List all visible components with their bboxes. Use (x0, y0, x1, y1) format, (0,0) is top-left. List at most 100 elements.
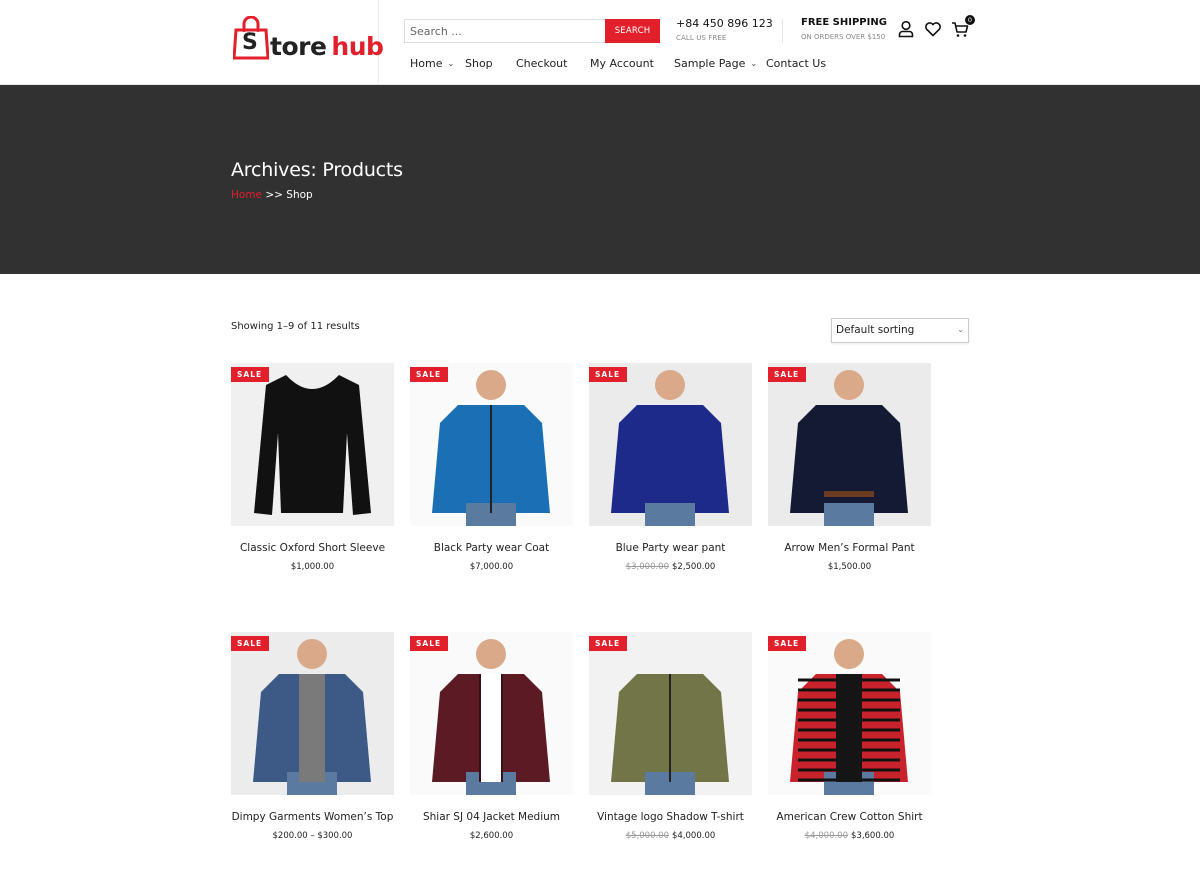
old-price: $4,000.00 (804, 831, 848, 841)
nav-item-checkout[interactable]: Checkout (516, 57, 590, 70)
product-card: SALE Dimpy Garments Women’s Top $200.00 … (231, 632, 394, 841)
nav-item-home[interactable]: Home ⌄ (410, 57, 465, 70)
contact-info: +84 450 896 123 CALL US FREE (676, 17, 773, 42)
search-input[interactable] (404, 19, 605, 43)
product-name[interactable]: Vintage logo Shadow T-shirt (589, 811, 752, 823)
sorting-selected-value: Default sorting (836, 324, 915, 336)
nav-item-shop[interactable]: Shop (465, 57, 516, 70)
product-card: SALE Arrow Men’s Formal Pant $1,500.00 (768, 363, 931, 572)
product-name[interactable]: Dimpy Garments Women’s Top (231, 811, 394, 823)
result-count: Showing 1–9 of 11 results (231, 321, 360, 332)
product-photo (253, 639, 371, 795)
product-price: $7,000.00 (410, 562, 573, 572)
product-image[interactable]: SALE (768, 363, 931, 526)
product-price: $3,000.00 $2,500.00 (589, 562, 752, 572)
shopping-bag-icon: S (233, 16, 269, 60)
old-price: $5,000.00 (625, 831, 669, 841)
current-price: $7,000.00 (469, 562, 514, 572)
nav-label: My Account (590, 57, 654, 70)
product-image[interactable]: SALE (231, 363, 394, 526)
nav-label: Home (410, 57, 443, 70)
product-photo (790, 370, 908, 526)
logo-text: tore hub (270, 32, 384, 61)
logo-text-dark: tore (270, 32, 327, 61)
nav-item-sample-page[interactable]: Sample Page ⌄ (674, 57, 766, 70)
product-price: $4,000.00 $3,600.00 (768, 831, 931, 841)
current-price: $2,500.00 (672, 562, 716, 572)
current-price: $4,000.00 (672, 831, 716, 841)
cart-count-badge: 0 (965, 15, 975, 25)
nav-label: Sample Page (674, 57, 746, 70)
product-photo (611, 370, 729, 526)
product-price: $5,000.00 $4,000.00 (589, 831, 752, 841)
heart-icon[interactable] (924, 20, 942, 38)
nav-label: Contact Us (766, 57, 827, 70)
current-price: $3,600.00 (851, 831, 895, 841)
chevron-down-icon: ⌄ (957, 325, 964, 334)
page-title: Archives: Products (231, 159, 403, 181)
site-header: S torehub SEARCH +84 450 896 123 CALL US… (0, 0, 1200, 85)
phone-number: +84 450 896 123 (676, 17, 773, 30)
nav-item-my-account[interactable]: My Account (590, 57, 674, 70)
logo-text-red: hub (331, 32, 384, 61)
sale-badge: SALE (231, 367, 270, 385)
product-photo (790, 639, 908, 795)
product-name[interactable]: American Crew Cotton Shirt (768, 811, 931, 823)
product-card: SALE Classic Oxford Short Sleeve $1,000.… (231, 363, 394, 572)
storehub-logo[interactable]: S tore hub (233, 16, 384, 61)
header-divider (782, 19, 783, 43)
product-image[interactable]: SALE (768, 632, 931, 795)
breadcrumb: Home >> Shop (231, 189, 313, 201)
sale-badge: SALE (589, 367, 628, 385)
breadcrumb-current: Shop (286, 189, 313, 201)
main-nav: Home ⌄ Shop Checkout My Account Sample Pa… (410, 57, 826, 70)
product-photo (432, 639, 550, 795)
cart-icon[interactable]: 0 (951, 15, 975, 38)
sorting-select[interactable]: Default sorting ⌄ (831, 318, 969, 343)
page-banner: Archives: Products Home >> Shop (0, 85, 1200, 274)
product-image[interactable]: SALE (589, 363, 752, 526)
nav-item-contact-us[interactable]: Contact Us (766, 57, 826, 70)
logo-letter: S (242, 30, 258, 55)
search-form: SEARCH (404, 19, 660, 43)
product-name[interactable]: Black Party wear Coat (410, 542, 573, 554)
product-image[interactable]: SALE (589, 632, 752, 795)
breadcrumb-home-link[interactable]: Home (231, 189, 262, 201)
search-button[interactable]: SEARCH (605, 19, 660, 43)
chevron-down-icon: ⌄ (750, 59, 758, 68)
product-name[interactable]: Arrow Men’s Formal Pant (768, 542, 931, 554)
product-photo (254, 375, 371, 515)
product-card: SALE Black Party wear Coat $7,000.00 (410, 363, 573, 572)
chevron-down-icon: ⌄ (447, 59, 455, 68)
product-name[interactable]: Blue Party wear pant (589, 542, 752, 554)
product-card: SALE Shiar SJ 04 Jacket Medium $2,600.00 (410, 632, 573, 841)
breadcrumb-separator: >> (262, 189, 287, 201)
sale-badge: SALE (768, 367, 807, 385)
shipping-info: FREE SHIPPING ON ORDERS OVER $150 (801, 17, 887, 41)
sale-badge: SALE (410, 367, 449, 385)
shipping-subtext: ON ORDERS OVER $150 (801, 33, 886, 41)
phone-subtext: CALL US FREE (676, 34, 727, 42)
product-price: $1,500.00 (768, 562, 931, 572)
product-name[interactable]: Shiar SJ 04 Jacket Medium (410, 811, 573, 823)
shipping-title: FREE SHIPPING (801, 17, 887, 28)
product-card: SALE Blue Party wear pant $3,000.00 $2,50… (589, 363, 752, 572)
product-price: $2,600.00 (410, 831, 573, 841)
product-price: $1,000.00 (231, 562, 394, 572)
current-price: $2,600.00 (469, 831, 514, 841)
logo-container: S tore hub (231, 0, 384, 85)
product-name[interactable]: Classic Oxford Short Sleeve (231, 542, 394, 554)
user-icon[interactable] (897, 20, 915, 38)
product-photo (432, 370, 550, 526)
product-image[interactable]: SALE (231, 632, 394, 795)
current-price: $1,500.00 (827, 562, 872, 572)
product-photo (611, 674, 729, 795)
product-image[interactable]: SALE (410, 363, 573, 526)
sale-badge: SALE (231, 636, 270, 654)
product-price: $200.00 – $300.00 (231, 831, 394, 841)
current-price: $1,000.00 (290, 562, 335, 572)
nav-label: Shop (465, 57, 493, 70)
product-image[interactable]: SALE (410, 632, 573, 795)
product-card: SALE Vintage logo Shadow T-shirt $5,000.… (589, 632, 752, 841)
sale-badge: SALE (589, 636, 628, 654)
